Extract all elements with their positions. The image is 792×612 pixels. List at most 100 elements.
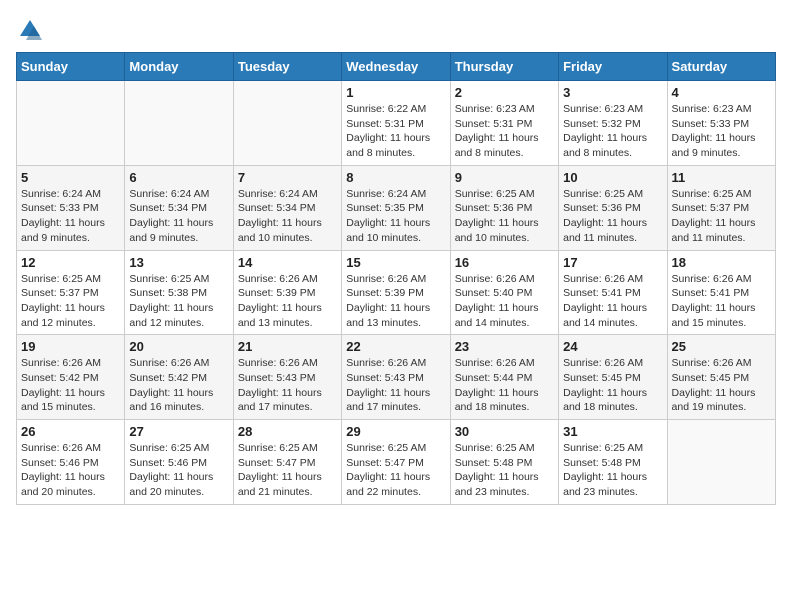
col-header-monday: Monday — [125, 53, 233, 81]
day-cell: 9Sunrise: 6:25 AMSunset: 5:36 PMDaylight… — [450, 165, 558, 250]
day-cell: 10 Sunrise: 6:25 AMSunset: 5:36 PMDayligh… — [559, 165, 667, 250]
day-info: Sunrise: 6:25 AMSunset: 5:46 PMDaylight:… — [129, 441, 228, 500]
day-info: Sunrise: 6:23 AMSunset: 5:32 PMDaylight:… — [563, 102, 662, 161]
week-row-3: 12 Sunrise: 6:25 AMSunset: 5:37 PMDayligh… — [17, 250, 776, 335]
day-number: 21 — [238, 339, 337, 354]
day-number: 25 — [672, 339, 771, 354]
day-number: 19 — [21, 339, 120, 354]
col-header-thursday: Thursday — [450, 53, 558, 81]
day-cell: 12 Sunrise: 6:25 AMSunset: 5:37 PMDayligh… — [17, 250, 125, 335]
day-cell: 4 Sunrise: 6:23 AMSunset: 5:33 PMDaylight… — [667, 81, 775, 166]
page-header — [16, 16, 776, 44]
day-info: Sunrise: 6:24 AMSunset: 5:35 PMDaylight:… — [346, 187, 445, 246]
day-cell: 14 Sunrise: 6:26 AMSunset: 5:39 PMDayligh… — [233, 250, 341, 335]
week-row-1: 1Sunrise: 6:22 AMSunset: 5:31 PMDaylight… — [17, 81, 776, 166]
day-number: 11 — [672, 170, 771, 185]
day-info: Sunrise: 6:26 AMSunset: 5:45 PMDaylight:… — [672, 356, 771, 415]
day-number: 12 — [21, 255, 120, 270]
day-info: Sunrise: 6:24 AMSunset: 5:33 PMDaylight:… — [21, 187, 120, 246]
day-info: Sunrise: 6:24 AMSunset: 5:34 PMDaylight:… — [238, 187, 337, 246]
day-number: 24 — [563, 339, 662, 354]
day-number: 18 — [672, 255, 771, 270]
day-cell: 17 Sunrise: 6:26 AMSunset: 5:41 PMDayligh… — [559, 250, 667, 335]
day-number: 29 — [346, 424, 445, 439]
calendar-table: SundayMondayTuesdayWednesdayThursdayFrid… — [16, 52, 776, 505]
day-number: 13 — [129, 255, 228, 270]
day-info: Sunrise: 6:23 AMSunset: 5:31 PMDaylight:… — [455, 102, 554, 161]
day-cell: 23Sunrise: 6:26 AMSunset: 5:44 PMDayligh… — [450, 335, 558, 420]
day-cell: 28Sunrise: 6:25 AMSunset: 5:47 PMDayligh… — [233, 420, 341, 505]
day-info: Sunrise: 6:26 AMSunset: 5:41 PMDaylight:… — [563, 272, 662, 331]
day-cell: 11 Sunrise: 6:25 AMSunset: 5:37 PMDayligh… — [667, 165, 775, 250]
day-info: Sunrise: 6:25 AMSunset: 5:47 PMDaylight:… — [238, 441, 337, 500]
day-info: Sunrise: 6:25 AMSunset: 5:36 PMDaylight:… — [563, 187, 662, 246]
day-cell — [17, 81, 125, 166]
day-number: 31 — [563, 424, 662, 439]
day-number: 4 — [672, 85, 771, 100]
day-cell: 20 Sunrise: 6:26 AMSunset: 5:42 PMDayligh… — [125, 335, 233, 420]
col-header-sunday: Sunday — [17, 53, 125, 81]
day-cell: 2 Sunrise: 6:23 AMSunset: 5:31 PMDaylight… — [450, 81, 558, 166]
day-info: Sunrise: 6:24 AMSunset: 5:34 PMDaylight:… — [129, 187, 228, 246]
day-info: Sunrise: 6:25 AMSunset: 5:47 PMDaylight:… — [346, 441, 445, 500]
day-info: Sunrise: 6:26 AMSunset: 5:42 PMDaylight:… — [129, 356, 228, 415]
day-info: Sunrise: 6:25 AMSunset: 5:48 PMDaylight:… — [455, 441, 554, 500]
day-number: 10 — [563, 170, 662, 185]
day-cell: 21 Sunrise: 6:26 AMSunset: 5:43 PMDayligh… — [233, 335, 341, 420]
day-cell: 1Sunrise: 6:22 AMSunset: 5:31 PMDaylight… — [342, 81, 450, 166]
col-header-wednesday: Wednesday — [342, 53, 450, 81]
day-info: Sunrise: 6:26 AMSunset: 5:41 PMDaylight:… — [672, 272, 771, 331]
day-info: Sunrise: 6:26 AMSunset: 5:43 PMDaylight:… — [238, 356, 337, 415]
day-number: 5 — [21, 170, 120, 185]
day-number: 14 — [238, 255, 337, 270]
day-cell — [667, 420, 775, 505]
day-info: Sunrise: 6:23 AMSunset: 5:33 PMDaylight:… — [672, 102, 771, 161]
day-info: Sunrise: 6:25 AMSunset: 5:38 PMDaylight:… — [129, 272, 228, 331]
day-info: Sunrise: 6:26 AMSunset: 5:43 PMDaylight:… — [346, 356, 445, 415]
day-number: 8 — [346, 170, 445, 185]
day-cell: 29 Sunrise: 6:25 AMSunset: 5:47 PMDayligh… — [342, 420, 450, 505]
day-cell — [125, 81, 233, 166]
day-number: 1 — [346, 85, 445, 100]
day-number: 26 — [21, 424, 120, 439]
day-info: Sunrise: 6:26 AMSunset: 5:40 PMDaylight:… — [455, 272, 554, 331]
day-number: 23 — [455, 339, 554, 354]
day-number: 17 — [563, 255, 662, 270]
day-cell: 7Sunrise: 6:24 AMSunset: 5:34 PMDaylight… — [233, 165, 341, 250]
day-number: 22 — [346, 339, 445, 354]
day-cell: 26 Sunrise: 6:26 AMSunset: 5:46 PMDayligh… — [17, 420, 125, 505]
day-number: 30 — [455, 424, 554, 439]
calendar-header: SundayMondayTuesdayWednesdayThursdayFrid… — [17, 53, 776, 81]
day-cell: 25 Sunrise: 6:26 AMSunset: 5:45 PMDayligh… — [667, 335, 775, 420]
day-cell: 31Sunrise: 6:25 AMSunset: 5:48 PMDayligh… — [559, 420, 667, 505]
day-cell: 15 Sunrise: 6:26 AMSunset: 5:39 PMDayligh… — [342, 250, 450, 335]
day-cell: 30 Sunrise: 6:25 AMSunset: 5:48 PMDayligh… — [450, 420, 558, 505]
day-number: 16 — [455, 255, 554, 270]
day-cell: 22 Sunrise: 6:26 AMSunset: 5:43 PMDayligh… — [342, 335, 450, 420]
day-number: 20 — [129, 339, 228, 354]
logo — [16, 16, 48, 44]
week-row-5: 26 Sunrise: 6:26 AMSunset: 5:46 PMDayligh… — [17, 420, 776, 505]
calendar-body: 1Sunrise: 6:22 AMSunset: 5:31 PMDaylight… — [17, 81, 776, 505]
day-cell: 18 Sunrise: 6:26 AMSunset: 5:41 PMDayligh… — [667, 250, 775, 335]
logo-icon — [16, 16, 44, 44]
day-info: Sunrise: 6:25 AMSunset: 5:37 PMDaylight:… — [672, 187, 771, 246]
day-info: Sunrise: 6:26 AMSunset: 5:39 PMDaylight:… — [346, 272, 445, 331]
col-header-friday: Friday — [559, 53, 667, 81]
day-cell: 24Sunrise: 6:26 AMSunset: 5:45 PMDayligh… — [559, 335, 667, 420]
day-number: 15 — [346, 255, 445, 270]
day-info: Sunrise: 6:26 AMSunset: 5:42 PMDaylight:… — [21, 356, 120, 415]
day-number: 2 — [455, 85, 554, 100]
day-cell: 16 Sunrise: 6:26 AMSunset: 5:40 PMDayligh… — [450, 250, 558, 335]
day-number: 9 — [455, 170, 554, 185]
week-row-4: 19 Sunrise: 6:26 AMSunset: 5:42 PMDayligh… — [17, 335, 776, 420]
day-number: 27 — [129, 424, 228, 439]
day-number: 6 — [129, 170, 228, 185]
week-row-2: 5 Sunrise: 6:24 AMSunset: 5:33 PMDaylight… — [17, 165, 776, 250]
day-cell: 5 Sunrise: 6:24 AMSunset: 5:33 PMDaylight… — [17, 165, 125, 250]
day-cell: 13 Sunrise: 6:25 AMSunset: 5:38 PMDayligh… — [125, 250, 233, 335]
day-info: Sunrise: 6:26 AMSunset: 5:39 PMDaylight:… — [238, 272, 337, 331]
day-info: Sunrise: 6:25 AMSunset: 5:37 PMDaylight:… — [21, 272, 120, 331]
day-cell — [233, 81, 341, 166]
day-info: Sunrise: 6:26 AMSunset: 5:46 PMDaylight:… — [21, 441, 120, 500]
